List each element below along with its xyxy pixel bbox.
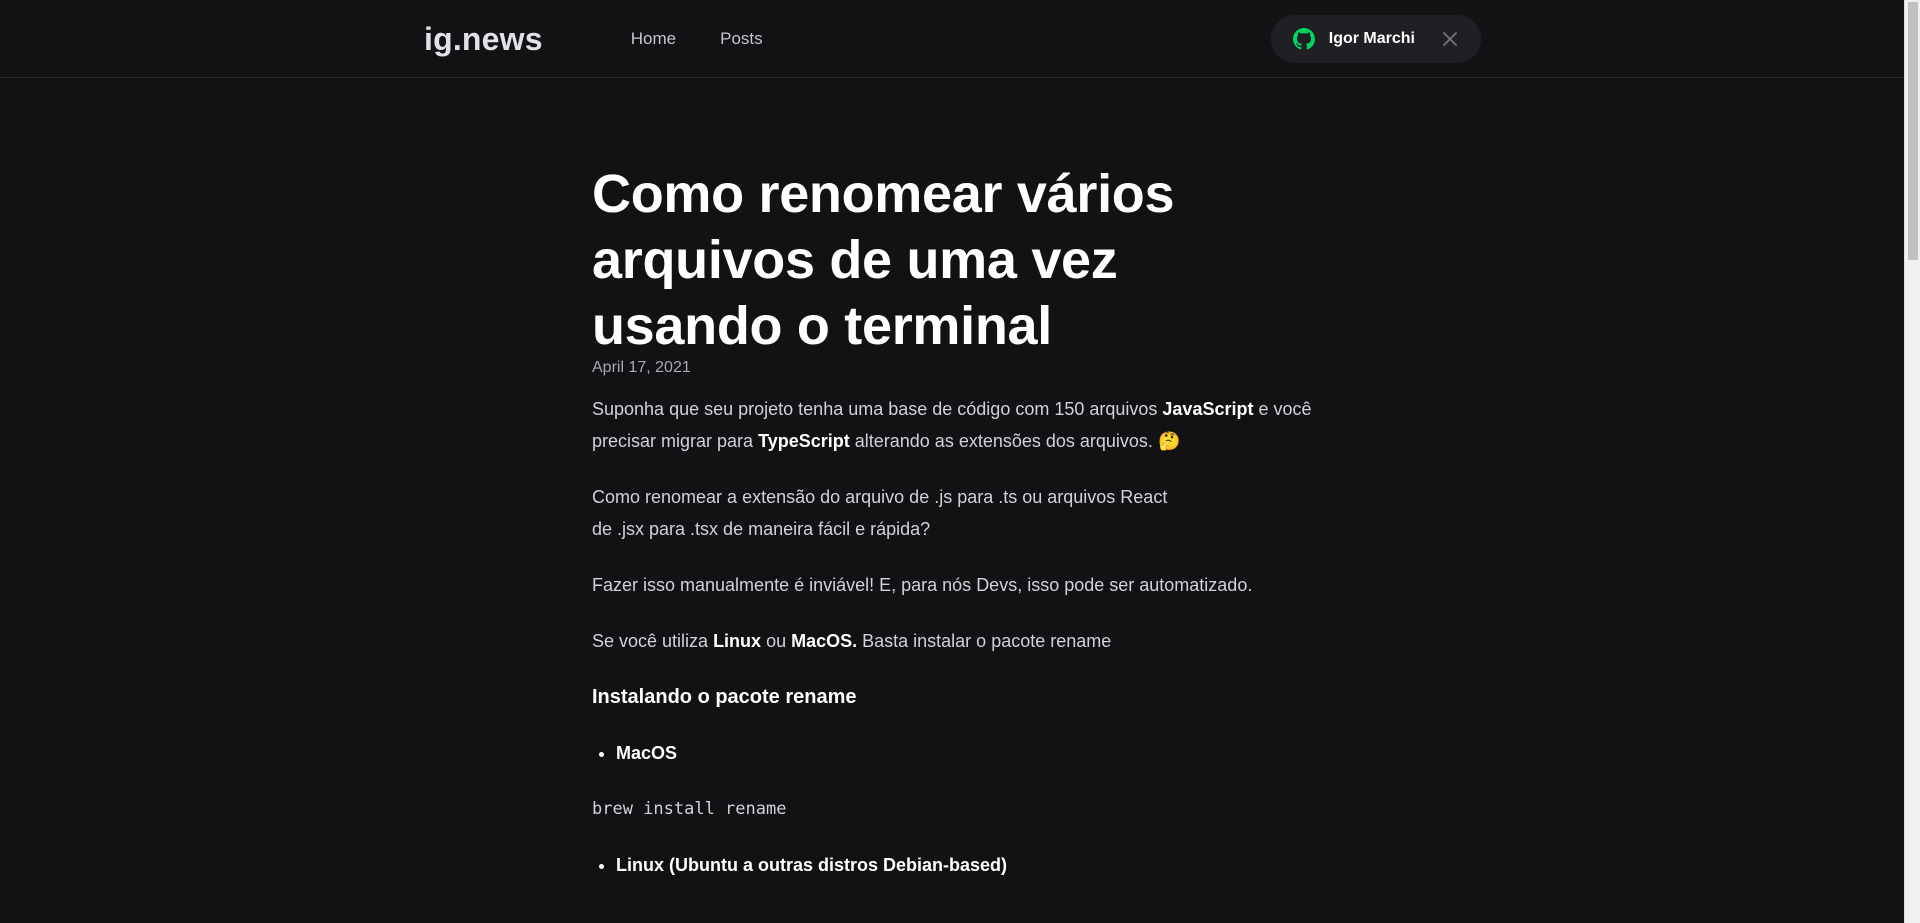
paragraph-question: Como renomear a extensão do arquivo de .… bbox=[592, 481, 1312, 545]
list-item: MacOS bbox=[616, 737, 1312, 769]
list-linux: Linux (Ubuntu a outras distros Debian-ba… bbox=[592, 849, 1312, 881]
close-icon[interactable] bbox=[1443, 31, 1459, 47]
strong-typescript: TypeScript bbox=[758, 431, 850, 451]
text-line: Como renomear a extensão do arquivo de .… bbox=[592, 487, 1168, 507]
main-nav: Home Posts bbox=[631, 0, 807, 78]
paragraph-os: Se você utiliza Linux ou MacOS. Basta in… bbox=[592, 625, 1312, 657]
page-scrollbar[interactable] bbox=[1904, 0, 1920, 923]
list-macos: MacOS bbox=[592, 737, 1312, 769]
signin-button[interactable]: Igor Marchi bbox=[1270, 15, 1481, 63]
text-line: de .jsx para .tsx de maneira fácil e ráp… bbox=[592, 519, 931, 539]
post-content: Suponha que seu projeto tenha uma base d… bbox=[592, 393, 1312, 881]
section-heading: Instalando o pacote rename bbox=[592, 686, 857, 708]
header-content: ig.news Home Posts Igor Marchi bbox=[424, 0, 1481, 78]
page: ig.news Home Posts Igor Marchi Como reno… bbox=[0, 0, 1904, 923]
github-icon bbox=[1292, 28, 1315, 50]
text-segment: ou bbox=[761, 631, 792, 651]
nav-posts-link[interactable]: Posts bbox=[720, 0, 763, 78]
site-logo[interactable]: ig.news bbox=[424, 21, 543, 58]
post-article: Como renomear vários arquivos de uma vez… bbox=[592, 78, 1312, 881]
signed-in-user-name: Igor Marchi bbox=[1328, 30, 1415, 47]
paragraph-manual: Fazer isso manualmente é inviável! E, pa… bbox=[592, 575, 1253, 595]
list-item: Linux (Ubuntu a outras distros Debian-ba… bbox=[616, 849, 1312, 881]
post-title: Como renomear vários arquivos de uma vez… bbox=[592, 164, 1175, 356]
strong-linux: Linux bbox=[713, 631, 762, 651]
strong-macos: MacOS. bbox=[791, 631, 858, 651]
text-segment: Se você utiliza bbox=[592, 631, 714, 651]
strong-javascript: JavaScript bbox=[1162, 399, 1254, 419]
paragraph-intro: Suponha que seu projeto tenha uma base d… bbox=[592, 393, 1312, 457]
post-date: April 17, 2021 bbox=[592, 359, 691, 376]
site-header: ig.news Home Posts Igor Marchi bbox=[0, 0, 1904, 78]
text-segment: Suponha que seu projeto tenha uma base d… bbox=[592, 399, 1163, 419]
code-block: brew install rename bbox=[592, 799, 787, 819]
nav-home-link[interactable]: Home bbox=[631, 0, 676, 78]
text-segment: Basta instalar o pacote rename bbox=[857, 631, 1112, 651]
text-segment: alterando as extensões dos arquivos. 🤔 bbox=[849, 431, 1181, 451]
scrollbar-thumb[interactable] bbox=[1908, 2, 1918, 260]
